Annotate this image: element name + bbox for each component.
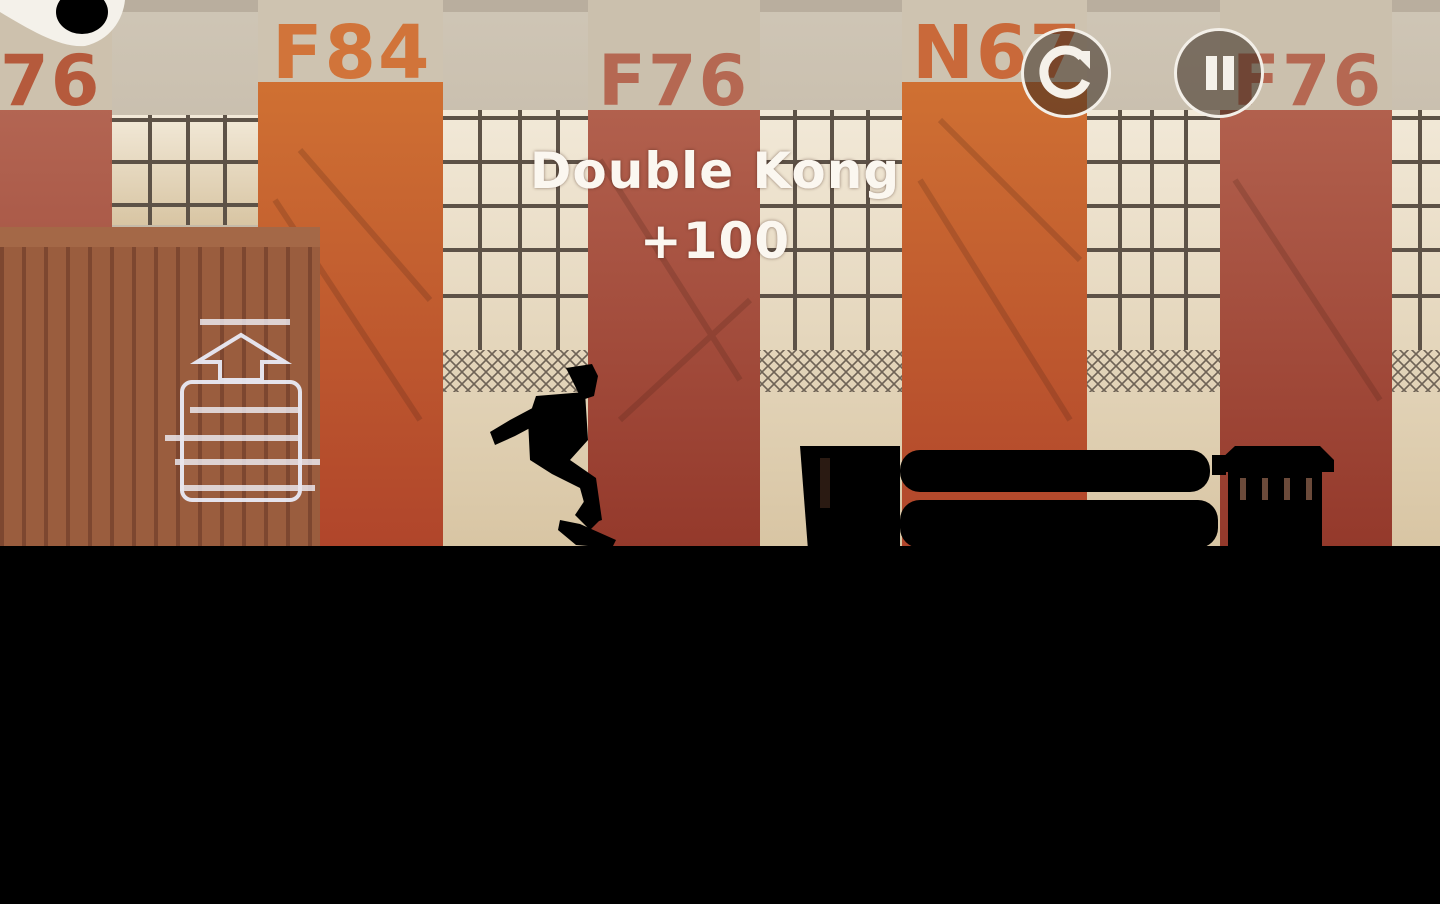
trick-name: Double Kong [529,142,901,200]
eye-icon[interactable] [0,0,130,48]
background-cityscape [0,0,1440,900]
game-scene: 76 F84 F76 N67 F76 Double Kong +100 [0,0,1440,900]
trick-points: +100 [639,212,791,270]
pause-button[interactable] [1174,28,1264,118]
restart-button[interactable] [1021,28,1111,118]
